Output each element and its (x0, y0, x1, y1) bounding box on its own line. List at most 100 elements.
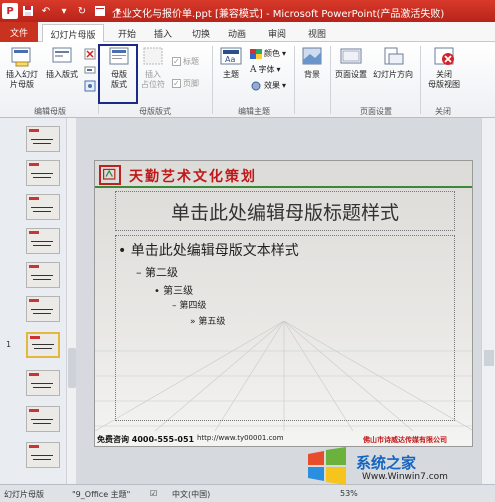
slide-thumbnail[interactable] (26, 406, 60, 432)
effects-button[interactable]: 效果 ▾ (250, 80, 286, 91)
text-level-3: • 第三级 (154, 286, 194, 297)
scrollbar-thumb[interactable] (484, 350, 494, 366)
tab-slide-master[interactable]: 幻灯片母版 (42, 24, 104, 43)
slide-thumbnail[interactable] (26, 262, 60, 288)
slide-master-canvas[interactable]: 天勤艺术文化策划 单击此处编辑母版标题样式 • 单击此处编辑母版文本样式 – 第… (94, 160, 473, 447)
status-view-mode: 幻灯片母版 (4, 490, 44, 499)
title-checkbox-label: 标题 (183, 57, 199, 66)
fonts-button[interactable]: A 字体 ▾ (250, 64, 281, 75)
slide-orientation-icon (384, 47, 404, 65)
slide-thumbnail[interactable] (26, 370, 60, 396)
effects-icon (251, 81, 261, 90)
slide-scrollbar[interactable] (481, 118, 495, 484)
scrollbar-thumb[interactable] (68, 348, 76, 388)
new-slide-icon[interactable] (92, 3, 108, 19)
windows-logo-icon (308, 447, 346, 485)
brand-name: 天勤艺术文化策划 (129, 169, 257, 185)
window-title: 企业文化与报价单.ppt [兼容模式] - Microsoft PowerPoi… (112, 9, 445, 20)
undo-icon[interactable]: ↶ (38, 3, 54, 19)
ribbon-tabs: 文件 幻灯片母版 开始 插入 切换 动画 审阅 视图 (0, 22, 495, 43)
insert-layout-label: 插入版式 (46, 70, 78, 79)
ribbon: 插入幻灯 片母版 插入版式 母版 版式 插入 占位符 ✓ 标题 ✓ 页脚 Aa … (0, 42, 495, 118)
colors-icon (250, 48, 262, 59)
save-icon[interactable] (20, 3, 36, 19)
check-icon: ✓ (172, 79, 181, 88)
close-master-view-button[interactable]: 关闭 母版视图 (424, 46, 464, 90)
tab-animations[interactable]: 动画 (222, 24, 252, 42)
thumbnail-scrollbar[interactable] (66, 118, 76, 484)
insert-slide-master-button[interactable]: 插入幻灯 片母版 (2, 46, 42, 90)
chevron-down-icon: ▾ (282, 81, 287, 90)
status-language[interactable]: 中文(中国) (172, 489, 210, 500)
insert-layout-icon (52, 47, 72, 63)
tab-view[interactable]: 视图 (302, 24, 332, 42)
group-label-edit-master: 编辑母版 (34, 107, 66, 116)
themes-label: 主题 (223, 70, 239, 79)
text-level-1: • 单击此处编辑母版文本样式 (118, 243, 299, 259)
slide-thumbnail[interactable] (26, 126, 60, 152)
footer-checkbox[interactable]: ✓ 页脚 (172, 78, 199, 89)
themes-button[interactable]: Aa 主题 (216, 46, 246, 80)
powerpoint-logo-icon[interactable]: P (2, 3, 18, 19)
colors-label: 颜色 (264, 49, 280, 58)
close-master-view-icon (434, 47, 454, 65)
page-setup-icon (340, 48, 362, 64)
dash-bullet-icon: – (136, 266, 145, 279)
footer-checkbox-label: 页脚 (183, 79, 199, 88)
fonts-label: 字体 (258, 65, 275, 74)
fonts-icon: A (250, 64, 257, 75)
text-level-4: – 第四级 (172, 301, 207, 311)
group-label-edit-theme: 编辑主题 (238, 107, 270, 116)
redo-icon[interactable]: ↻ (74, 3, 90, 19)
header-divider (95, 186, 472, 188)
background-icon (302, 47, 322, 65)
check-icon: ✓ (172, 57, 181, 66)
background-button[interactable]: 背景 (298, 46, 326, 80)
effects-label: 效果 (264, 81, 280, 90)
tab-review[interactable]: 审阅 (262, 24, 292, 42)
delete-icon[interactable] (84, 48, 96, 60)
insert-layout-button[interactable]: 插入版式 (42, 46, 82, 80)
tab-file[interactable]: 文件 (0, 22, 38, 42)
insert-slide-master-icon (11, 47, 31, 67)
group-label-close: 关闭 (435, 107, 451, 116)
group-label-page-setup: 页面设置 (360, 107, 392, 116)
bullet-icon: • (118, 243, 131, 259)
slide-thumbnail-pane: 1 (0, 118, 76, 484)
status-bar: 幻灯片母版 "9_Office 主题" ☑ 中文(中国) 53% (0, 484, 495, 502)
tab-home[interactable]: 开始 (112, 24, 142, 42)
tab-transitions[interactable]: 切换 (186, 24, 216, 42)
status-zoom[interactable]: 53% (340, 489, 358, 498)
slide-thumbnail[interactable] (26, 160, 60, 186)
spellcheck-icon[interactable]: ☑ (150, 489, 157, 498)
page-setup-button[interactable]: 页面设置 (332, 46, 370, 80)
body-placeholder[interactable]: • 单击此处编辑母版文本样式 – 第二级 • 第三级 – 第四级 » 第五级 (115, 235, 455, 421)
footer-url: http://www.ty00001.com (197, 434, 284, 442)
title-placeholder[interactable]: 单击此处编辑母版标题样式 (115, 191, 455, 231)
tab-insert[interactable]: 插入 (148, 24, 178, 42)
insert-placeholder-button[interactable]: 插入 占位符 (138, 46, 168, 90)
footer-phone: 免费咨询 4000-555-051 (97, 435, 195, 444)
slide-thumbnail[interactable] (26, 442, 60, 468)
slide-thumbnail[interactable] (26, 296, 60, 322)
highlight-master-layout (98, 44, 138, 104)
selected-slide-number: 1 (6, 340, 12, 349)
close-master-view-label: 关闭 母版视图 (428, 70, 460, 89)
slide-thumbnail[interactable] (26, 228, 60, 254)
watermark-text: 系统之家 (356, 454, 417, 472)
footer-company: 佛山市诗威达传媒有限公司 (363, 436, 447, 444)
text-level-5: » 第五级 (190, 317, 226, 327)
dropdown-icon[interactable]: ▾ (56, 3, 72, 19)
chevron-down-icon: ▾ (282, 49, 287, 58)
title-checkbox[interactable]: ✓ 标题 (172, 56, 199, 67)
rename-icon[interactable] (84, 64, 96, 76)
bullet-icon: • (154, 286, 164, 297)
slide-orientation-button[interactable]: 幻灯片方向 (370, 46, 416, 80)
preserve-icon[interactable] (84, 80, 96, 92)
svg-text:Aa: Aa (225, 55, 235, 64)
colors-button[interactable]: 颜色 ▾ (250, 48, 286, 59)
themes-icon: Aa (220, 47, 242, 65)
insert-slide-master-label: 插入幻灯 片母版 (6, 70, 38, 89)
slide-thumbnail[interactable] (26, 194, 60, 220)
slide-thumbnail-selected[interactable] (26, 332, 60, 358)
